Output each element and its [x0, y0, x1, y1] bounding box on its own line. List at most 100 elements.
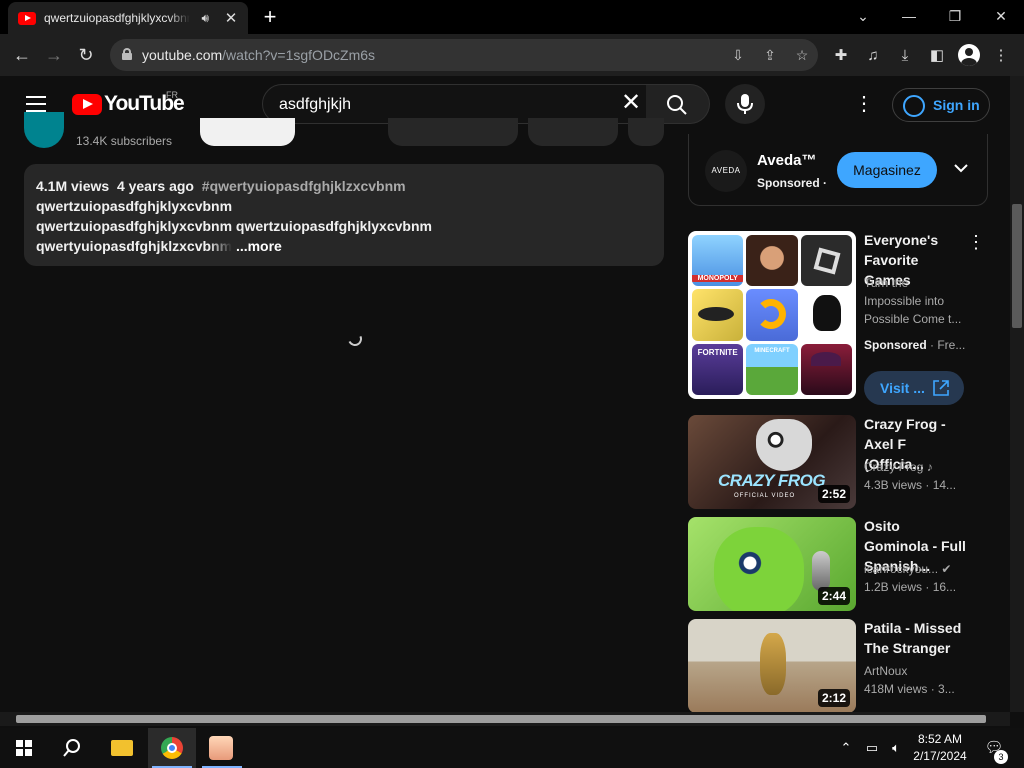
bookmark-star-icon[interactable]: ☆: [792, 45, 812, 65]
account-icon: [903, 95, 925, 117]
sign-in-label: Sign in: [933, 97, 980, 113]
volume-muted-icon[interactable]: 🔈︎: [886, 738, 906, 758]
app-icon: [209, 736, 233, 760]
file-explorer-button[interactable]: [98, 728, 146, 768]
horizontal-scrollbar[interactable]: [0, 712, 1010, 726]
browser-menu-icon[interactable]: ⋮: [990, 45, 1012, 67]
windows-logo-icon: [16, 740, 32, 756]
voice-search-button[interactable]: [725, 84, 765, 124]
extensions-icon[interactable]: ✚: [830, 45, 852, 67]
video-duration: 2:52: [817, 485, 850, 503]
ad-brand-logo: AVEDA: [705, 150, 747, 192]
ad-card[interactable]: AVEDA Aveda™ Sponsored · Magasinez: [688, 134, 988, 206]
chrome-taskbar-button[interactable]: [148, 728, 196, 768]
screen: qwertzuiopasdfghjklyxcvbnm 🔊︎ ✕ + ⌄ — ❐ …: [0, 0, 1024, 768]
clear-search-icon[interactable]: ✕: [620, 91, 642, 115]
games-ad-description: Turn the Impossible into Possible Come t…: [864, 276, 962, 326]
share-icon[interactable]: ⇪: [760, 45, 780, 65]
notification-count-badge: 3: [994, 750, 1008, 764]
show-hidden-icons-chevron[interactable]: ⌃: [836, 738, 856, 758]
vertical-scroll-thumb[interactable]: [1012, 204, 1022, 328]
tab-close-icon[interactable]: ✕: [222, 9, 240, 27]
video-channel[interactable]: icanrockyou... ✔: [864, 560, 974, 578]
game-tile: [800, 343, 852, 395]
frog-figure: [756, 419, 812, 471]
clock-time: 8:52 AM: [917, 732, 963, 746]
more-actions-button[interactable]: [628, 118, 664, 146]
games-ad-sponsored: Sponsored · Fre...: [864, 338, 966, 352]
games-ad-thumbnail[interactable]: MONOPOLY FORTNITE MINECRAFT: [688, 231, 856, 399]
game-tile: MINECRAFT: [746, 343, 798, 395]
ad-options-kebab-icon[interactable]: ⋮: [966, 232, 986, 256]
side-panel-icon[interactable]: ◧: [926, 45, 948, 67]
minimize-button[interactable]: —: [894, 4, 924, 28]
vertical-scrollbar[interactable]: [1010, 76, 1024, 712]
url-text: youtube.com/watch?v=1sgfODcZm6s: [142, 47, 376, 63]
show-more-link[interactable]: ...more: [236, 238, 282, 254]
video-channel[interactable]: ArtNoux: [864, 662, 974, 680]
ad-sponsored-label: Sponsored ·: [757, 176, 828, 190]
audio-playing-icon[interactable]: 🔊︎: [196, 11, 214, 26]
close-window-button[interactable]: ✕: [986, 4, 1016, 28]
address-bar[interactable]: youtube.com/watch?v=1sgfODcZm6s ⇩ ⇪ ☆: [110, 39, 818, 71]
forward-button[interactable]: →: [40, 41, 68, 69]
chevron-down-icon[interactable]: [953, 160, 969, 176]
profile-icon[interactable]: [958, 44, 980, 66]
description-line: qwertzuiopasdfghjklyxcvbnm: [36, 198, 233, 214]
thumbnail-text: CRAZY FROG: [718, 471, 826, 490]
search-icon: [63, 739, 80, 757]
lock-icon[interactable]: [122, 48, 132, 60]
install-app-icon[interactable]: ⇩: [728, 45, 748, 65]
share-button[interactable]: [528, 118, 618, 146]
gummy-bear-figure: [714, 527, 804, 611]
windows-taskbar: ⌃ ▭ 🔈︎ 8:52 AM 2/17/2024 💬︎ 3: [0, 728, 1024, 768]
settings-kebab-icon[interactable]: ⋮: [852, 92, 876, 116]
video-thumbnail[interactable]: 2:44: [688, 517, 856, 611]
restore-button[interactable]: ❐: [940, 4, 970, 28]
browser-tab[interactable]: qwertzuiopasdfghjklyxcvbnm 🔊︎ ✕: [8, 2, 248, 34]
visit-site-button[interactable]: Visit ...: [864, 371, 964, 405]
new-tab-button[interactable]: +: [258, 5, 282, 29]
video-thumbnail[interactable]: 2:12: [688, 619, 856, 713]
video-channel[interactable]: Crazy Frog ♪: [864, 458, 974, 476]
video-description[interactable]: 4.1M views 4 years ago #qwertyuiopasdfgh…: [24, 164, 664, 266]
search-value: asdfghjkjh: [279, 96, 352, 113]
hashtag-link[interactable]: #qwertyuiopasdfghjklzxcvbnm: [202, 178, 406, 194]
ad-brand-name: Aveda™: [757, 152, 817, 169]
video-duration: 2:12: [817, 689, 850, 707]
ad-shop-button[interactable]: Magasinez: [837, 152, 937, 188]
back-button[interactable]: ←: [8, 41, 36, 69]
clock-date: 2/17/2024: [913, 749, 967, 763]
subscribe-button[interactable]: [200, 118, 295, 146]
description-line: qwertzuiopasdfghjklyxcvbnm qwertzuiopasd…: [36, 218, 432, 234]
media-controls-icon[interactable]: ♫: [862, 45, 884, 67]
network-icon[interactable]: ▭: [862, 738, 882, 758]
thumbnail-subtext: OFFICIAL VIDEO: [734, 493, 796, 499]
verified-icon: ✔: [941, 562, 952, 576]
description-line: qwertyuiopasdfghjklzxcvbnm ...more: [36, 238, 282, 254]
horizontal-scroll-thumb[interactable]: [16, 715, 986, 723]
search-taskbar-button[interactable]: [48, 728, 96, 768]
youtube-logo-icon[interactable]: [72, 94, 102, 115]
video-meta: 4.3B views · 14...: [864, 478, 957, 492]
menu-icon[interactable]: [26, 96, 46, 112]
app-taskbar-button[interactable]: [198, 728, 246, 768]
description-meta: 4.1M views 4 years ago #qwertyuiopasdfgh…: [36, 178, 406, 194]
video-meta: 418M views · 3...: [864, 682, 955, 696]
tab-title: qwertzuiopasdfghjklyxcvbnm: [44, 11, 191, 25]
tab-search-chevron-icon[interactable]: ⌄: [848, 4, 878, 28]
downloads-icon[interactable]: ⤓: [894, 45, 916, 67]
system-clock[interactable]: 8:52 AM 2/17/2024: [908, 731, 972, 765]
start-button[interactable]: [0, 728, 48, 768]
like-dislike-button[interactable]: [388, 118, 518, 146]
channel-avatar[interactable]: [24, 112, 64, 148]
browser-tab-strip: qwertzuiopasdfghjklyxcvbnm 🔊︎ ✕ + ⌄ — ❐ …: [0, 0, 1024, 34]
video-thumbnail[interactable]: CRAZY FROG OFFICIAL VIDEO 2:52: [688, 415, 856, 509]
game-tile: [692, 289, 744, 341]
game-tile: [800, 235, 852, 287]
reload-button[interactable]: ↻: [72, 41, 100, 69]
microphone-prop: [812, 551, 830, 591]
sign-in-button[interactable]: Sign in: [892, 88, 990, 122]
video-title[interactable]: Patila - Missed The Stranger: [864, 618, 968, 658]
video-meta: 1.2B views · 16...: [864, 580, 957, 594]
